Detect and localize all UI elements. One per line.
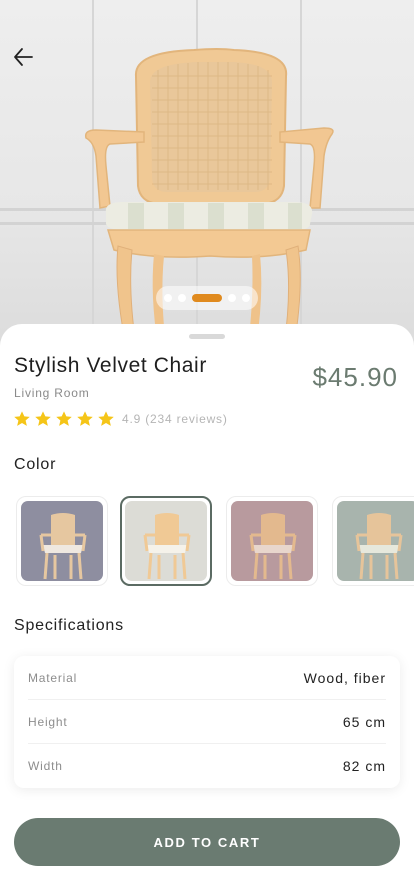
spec-value: 82 cm [342,758,386,774]
spec-key: Material [28,670,78,685]
color-swatch-mauve[interactable] [226,496,318,586]
spec-key: Width [28,759,63,773]
pagination-dot[interactable] [242,294,250,302]
star-icon [56,411,72,426]
swatch-thumbnail [231,501,313,581]
star-icon [98,411,114,426]
chair-thumbnail [143,513,191,580]
color-swatches [14,494,414,588]
spec-row-height: Height 65 cm [28,700,386,744]
spec-key: Height [28,714,68,729]
color-section-label: Color [14,456,57,473]
rating: 4.9 (234 reviews) [13,410,228,428]
star-icon [77,411,93,426]
spec-row-width: Width 82 cm [28,744,386,788]
drag-handle[interactable] [189,334,225,339]
swatch-thumbnail [21,501,103,581]
chair-thumbnail [249,513,297,580]
add-to-cart-button[interactable]: ADD TO CART [14,818,400,866]
product-category: Living Room [14,386,90,400]
rating-text: 4.9 (234 reviews) [122,412,228,426]
back-button[interactable] [8,42,38,72]
spec-value: 65 cm [342,713,386,730]
pagination-dot[interactable] [164,294,172,302]
pagination-dot-active[interactable] [192,294,222,302]
chair-thumbnail [39,513,87,580]
spec-value: Wood, fiber [303,669,386,686]
product-details-sheet: Stylish Velvet Chair Living Room $45.90 … [0,324,414,896]
specifications-section-label: Specifications [14,617,124,634]
arrow-left-icon [14,48,33,66]
specifications-card: Material Wood, fiber Height 65 cm Width … [14,656,400,788]
color-swatch-grey-blue[interactable] [16,496,108,586]
pagination-dot[interactable] [228,294,236,302]
product-price: $45.90 [312,362,398,392]
color-swatch-natural[interactable] [120,496,212,586]
spec-row-material: Material Wood, fiber [28,656,386,700]
star-icon [14,411,30,426]
product-title: Stylish Velvet Chair [14,354,207,377]
color-swatch-sage[interactable] [332,496,414,586]
star-icon [35,411,51,426]
product-hero-image [0,0,414,346]
chair-thumbnail [355,513,403,580]
image-pagination [156,286,258,310]
swatch-thumbnail [337,501,414,581]
pagination-dot[interactable] [178,294,186,302]
swatch-thumbnail [125,501,207,581]
